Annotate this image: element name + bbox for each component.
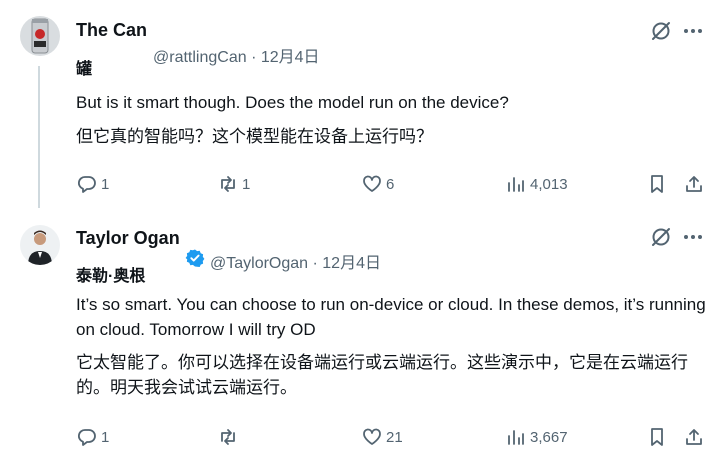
views-button[interactable]: 4,013: [506, 170, 568, 198]
tweet-text-en: But is it smart though. Does the model r…: [76, 93, 509, 112]
bookmark-button[interactable]: [647, 170, 667, 198]
action-bar: 1 1 6 4,013: [0, 170, 720, 198]
share-icon: [686, 176, 702, 192]
tweet-text-zh: 它太智能了。你可以选择在设备端运行或云端运行。这些演示中，它是在云端运行的。明天…: [76, 353, 688, 397]
reply-count: 1: [101, 428, 110, 446]
grok-icon[interactable]: [650, 20, 672, 42]
action-bar: 1 21 3,667: [0, 423, 720, 451]
reply-icon: [77, 176, 96, 193]
share-button[interactable]: [684, 423, 704, 451]
share-button[interactable]: [684, 170, 704, 198]
avatar[interactable]: [20, 16, 60, 56]
sub-name: 罐: [76, 61, 93, 78]
like-count: 6: [386, 175, 395, 193]
grok-icon[interactable]: [650, 226, 672, 248]
repost-icon: [221, 429, 235, 445]
verified-icon: [185, 248, 205, 268]
repost-icon: [221, 176, 235, 192]
bookmark-icon: [651, 428, 663, 446]
display-name[interactable]: The Can: [76, 20, 147, 41]
bookmark-icon: [651, 175, 663, 193]
repost-count: 1: [242, 175, 251, 193]
views-button[interactable]: 3,667: [506, 423, 568, 451]
tweet-text-en: It’s so smart. You can choose to run on-…: [76, 295, 706, 339]
share-icon: [686, 429, 702, 445]
reply-button[interactable]: 1: [77, 423, 109, 451]
reply-button[interactable]: 1: [77, 170, 109, 198]
bookmark-button[interactable]: [647, 423, 667, 451]
like-button[interactable]: 6: [362, 170, 394, 198]
views-icon: [508, 177, 524, 192]
like-icon: [363, 428, 381, 445]
tweet-taylor-ogan[interactable]: Taylor Ogan 泰勒·奥根 @TaylorOgan · 12月4日 It…: [0, 212, 720, 455]
handle-date[interactable]: @rattlingCan · 12月4日: [153, 43, 320, 67]
views-count: 3,667: [530, 428, 568, 446]
repost-button[interactable]: 1: [218, 170, 250, 198]
reply-count: 1: [101, 175, 110, 193]
views-count: 4,013: [530, 175, 568, 193]
repost-button[interactable]: [218, 423, 242, 451]
avatar[interactable]: [20, 225, 60, 265]
reply-icon: [77, 429, 96, 446]
tweet-text-zh: 但它真的智能吗？这个模型能在设备上运行吗？: [76, 127, 433, 146]
sub-name: 泰勒·奥根: [76, 268, 146, 285]
more-icon[interactable]: [682, 226, 704, 248]
like-count: 21: [386, 428, 403, 446]
views-icon: [508, 430, 524, 445]
like-button[interactable]: 21: [362, 423, 403, 451]
tweet-the-can[interactable]: The Can 罐 @rattlingCan · 12月4日 But is it…: [0, 0, 720, 208]
display-name[interactable]: Taylor Ogan: [76, 228, 180, 249]
handle-date[interactable]: @TaylorOgan · 12月4日: [210, 249, 381, 273]
like-icon: [363, 175, 381, 192]
more-icon[interactable]: [682, 20, 704, 42]
